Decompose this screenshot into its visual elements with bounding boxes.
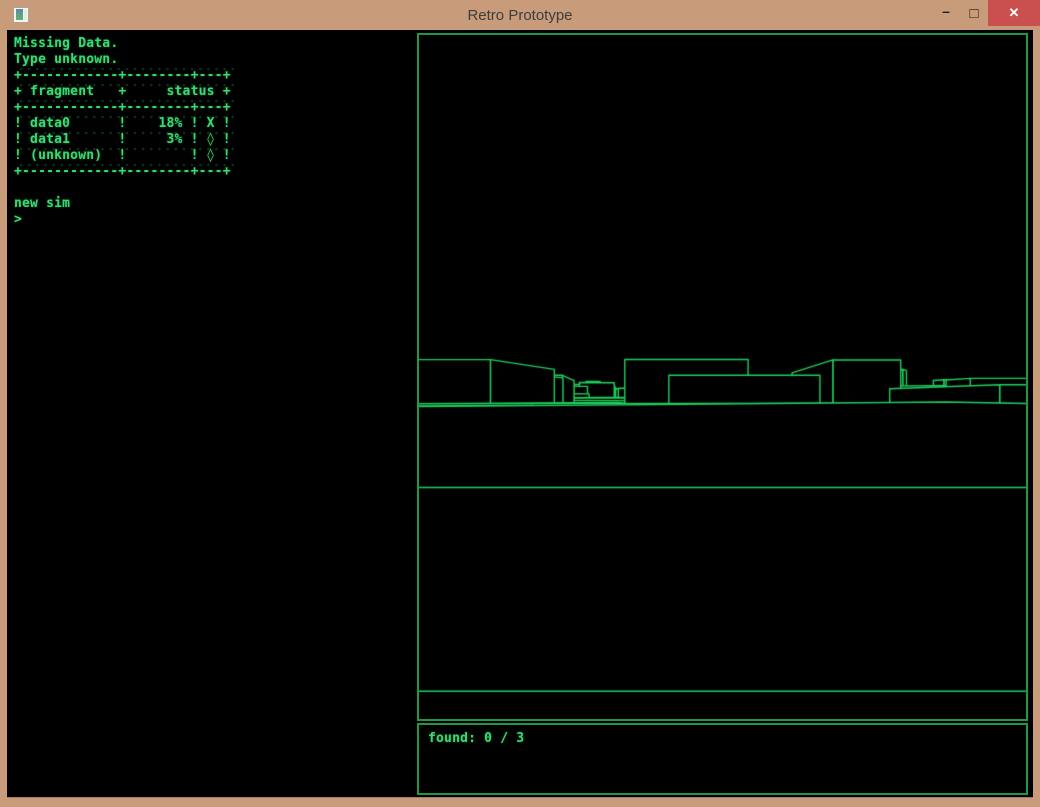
app-icon-pane <box>16 9 23 20</box>
app-icon <box>13 7 29 23</box>
viewport-panel <box>417 33 1028 721</box>
minimize-button[interactable]: – <box>932 0 960 26</box>
wireframe-scene-canvas[interactable] <box>419 35 1026 719</box>
found-counter: found: 0 / 3 <box>428 731 524 746</box>
terminal-prompt[interactable]: > <box>14 212 231 228</box>
window-controls: – □ ✕ <box>932 0 1040 26</box>
terminal-output: Missing Data. Type unknown. +-----------… <box>14 36 231 180</box>
titlebar[interactable]: Retro Prototype – □ ✕ <box>0 0 1040 30</box>
close-icon: ✕ <box>1009 5 1020 21</box>
client-area: Missing Data. Type unknown. +-----------… <box>7 30 1033 798</box>
maximize-icon: □ <box>969 5 978 22</box>
terminal-command: new sim <box>14 196 231 212</box>
minimize-icon: – <box>942 3 950 19</box>
maximize-button[interactable]: □ <box>960 0 988 26</box>
window-title: Retro Prototype <box>0 7 1040 24</box>
hud-panel: found: 0 / 3 <box>417 723 1028 795</box>
app-icon-pane-right <box>24 9 27 20</box>
app-window: Retro Prototype – □ ✕ Missing Data. Type… <box>0 0 1040 807</box>
close-button[interactable]: ✕ <box>988 0 1040 26</box>
terminal: Missing Data. Type unknown. +-----------… <box>14 36 231 228</box>
